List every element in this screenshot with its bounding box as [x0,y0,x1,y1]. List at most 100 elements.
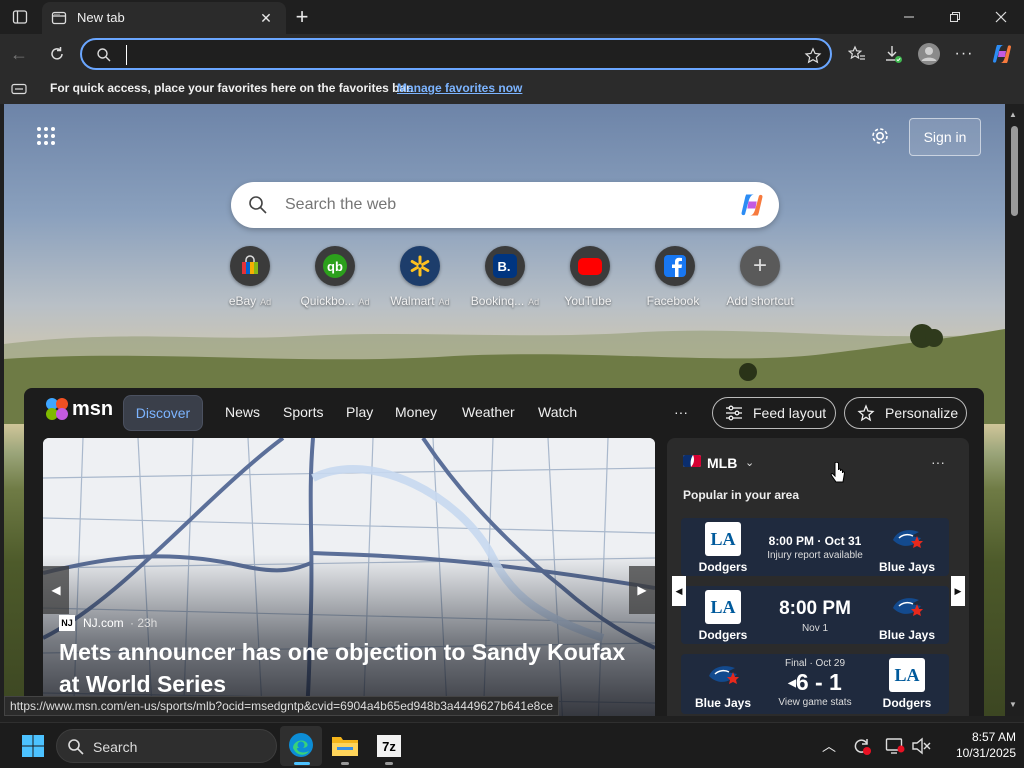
tab-weather[interactable]: Weather [462,404,515,420]
new-tab-page: Sign in eBayAd qb Quickbo...Ad WalmartAd… [4,104,1005,716]
close-tab-icon[interactable]: ✕ [256,8,276,28]
personalize-button[interactable]: Personalize [844,397,967,429]
back-arrow-icon[interactable]: ← [6,42,32,66]
left-team-name: Dodgers [698,628,748,642]
tab-discover[interactable]: Discover [123,395,203,431]
web-search-input[interactable] [285,194,705,216]
volume-muted-icon[interactable] [909,735,933,757]
windows-start-icon[interactable] [20,733,46,759]
shortcut-label: eBay [228,294,257,308]
game-card[interactable]: Blue Jays Final · Oct 29 ◀6 - 1 View gam… [681,654,949,714]
view-game-stats-link[interactable]: View game stats [761,697,869,708]
shortcut-add[interactable]: + Add shortcut [720,246,800,308]
article-source: NJ.com [83,616,124,630]
article-headline[interactable]: Mets announcer has one objection to Sand… [59,636,649,700]
address-input[interactable] [126,45,766,65]
minimize-icon[interactable] [896,6,922,28]
mlb-prev-arrow[interactable]: ◀ [672,576,686,606]
restore-icon[interactable] [942,6,968,28]
favorites-icon[interactable] [845,42,869,66]
dodgers-logo-icon: LA [705,522,741,556]
msn-logo[interactable]: msn [44,396,114,424]
svg-text:B.: B. [498,259,511,274]
show-hidden-icons-chevron-icon[interactable]: ︿ [818,735,840,757]
new-tab-plus-icon[interactable]: + [290,4,314,29]
ad-badge: Ad [358,297,370,307]
blue-jays-logo-icon [705,658,741,692]
walmart-spark-icon [400,246,440,286]
copilot-search-icon[interactable] [737,191,767,219]
folder-icon [332,737,358,756]
7zip-taskbar-button[interactable]: 7z [368,726,410,766]
active-app-indicator [294,762,310,765]
new-tab-page-icon [50,9,68,27]
refresh-icon[interactable] [44,42,70,66]
tab-watch[interactable]: Watch [538,404,577,420]
sync-alert-icon[interactable] [850,735,874,757]
chevron-down-icon[interactable]: ⌄ [745,456,754,469]
favorite-star-icon[interactable] [802,45,824,67]
hero-article-card[interactable]: ◀ ▶ NJ NJ.com · 23h Mets announcer has o… [43,438,655,716]
more-menu-icon[interactable]: ··· [952,42,976,66]
tab-money[interactable]: Money [395,404,437,420]
dodgers-logo-icon: LA [889,658,925,692]
shortcut-youtube[interactable]: YouTube [550,246,630,308]
address-bar[interactable] [80,38,832,70]
favorites-bar-icon [10,81,28,97]
msn-butterfly-icon [46,398,68,420]
personalize-label: Personalize [885,405,959,421]
shortcut-booking[interactable]: B. Bookinq... Ad [465,246,545,308]
mlb-next-arrow[interactable]: ▶ [951,576,965,606]
game-card[interactable]: LA Dodgers 8:00 PM Nov 1 Blue Jays [681,586,949,644]
left-team-name: Blue Jays [694,696,752,710]
app-launcher-grid-icon[interactable] [34,124,58,148]
shortcut-label: Facebook [646,294,700,308]
game-card[interactable]: LA Dodgers 8:00 PM · Oct 31 Injury repor… [681,518,949,576]
sliders-icon [726,405,742,421]
close-window-icon[interactable] [988,6,1014,28]
clock-time: 8:57 AM [971,730,1016,744]
add-shortcut-plus-icon: + [740,246,780,286]
taskbar-search-box[interactable]: Search [56,729,277,763]
mlb-scores-card: MLB ⌄ ··· Popular in your area LA Dodger… [667,438,969,716]
tab-sports[interactable]: Sports [283,404,323,420]
game-info: 8:00 PM · Oct 31 Injury report available [761,534,869,561]
headline-line-1: Mets announcer has one objection to Sand… [59,639,626,665]
scroll-down-arrow[interactable]: ▼ [1009,700,1017,709]
scroll-up-arrow[interactable]: ▲ [1009,110,1017,119]
carousel-prev-button[interactable]: ◀ [43,566,69,614]
copilot-icon[interactable] [988,40,1016,68]
edge-taskbar-button[interactable] [280,726,322,766]
display-network-icon[interactable] [883,735,907,757]
msn-logo-text: msn [72,398,114,420]
shortcut-facebook[interactable]: Facebook [635,246,715,308]
page-settings-gear-icon[interactable] [868,124,892,148]
tab-new-tab[interactable]: New tab ✕ [42,2,286,34]
sidebar-toggle-icon[interactable] [8,6,32,28]
game-score: ◀6 - 1 [761,669,869,697]
downloads-icon[interactable] [881,42,905,66]
shortcut-quickbooks[interactable]: qb Quickbo... Ad [295,246,375,308]
system-clock[interactable]: 8:57 AM 10/31/2025 [936,729,1016,765]
sign-in-button[interactable]: Sign in [909,118,981,156]
manage-favorites-link[interactable]: Manage favorites now [397,81,522,95]
mouse-pointer-icon [830,462,846,483]
blue-jays-logo-icon [889,522,925,556]
nav-more-button[interactable]: ··· [674,404,688,420]
carousel-next-button[interactable]: ▶ [629,566,655,614]
feed-layout-button[interactable]: Feed layout [712,397,836,429]
mlb-title[interactable]: MLB [707,455,737,471]
shortcut-walmart[interactable]: Walmart Ad [380,246,460,308]
page-scrollbar[interactable]: ▲ ▼ [1005,104,1024,716]
scrollbar-thumb[interactable] [1011,126,1018,216]
right-team-name: Blue Jays [878,628,936,642]
tab-news[interactable]: News [225,404,260,420]
running-app-indicator [385,762,393,765]
file-explorer-taskbar-button[interactable] [324,726,366,766]
web-search-box[interactable] [231,182,779,228]
taskbar-search-icon [68,739,84,755]
tab-play[interactable]: Play [346,404,373,420]
profile-avatar-icon[interactable] [916,41,942,67]
shortcut-ebay[interactable]: eBay Ad [210,246,290,308]
mlb-more-button[interactable]: ··· [931,454,945,470]
